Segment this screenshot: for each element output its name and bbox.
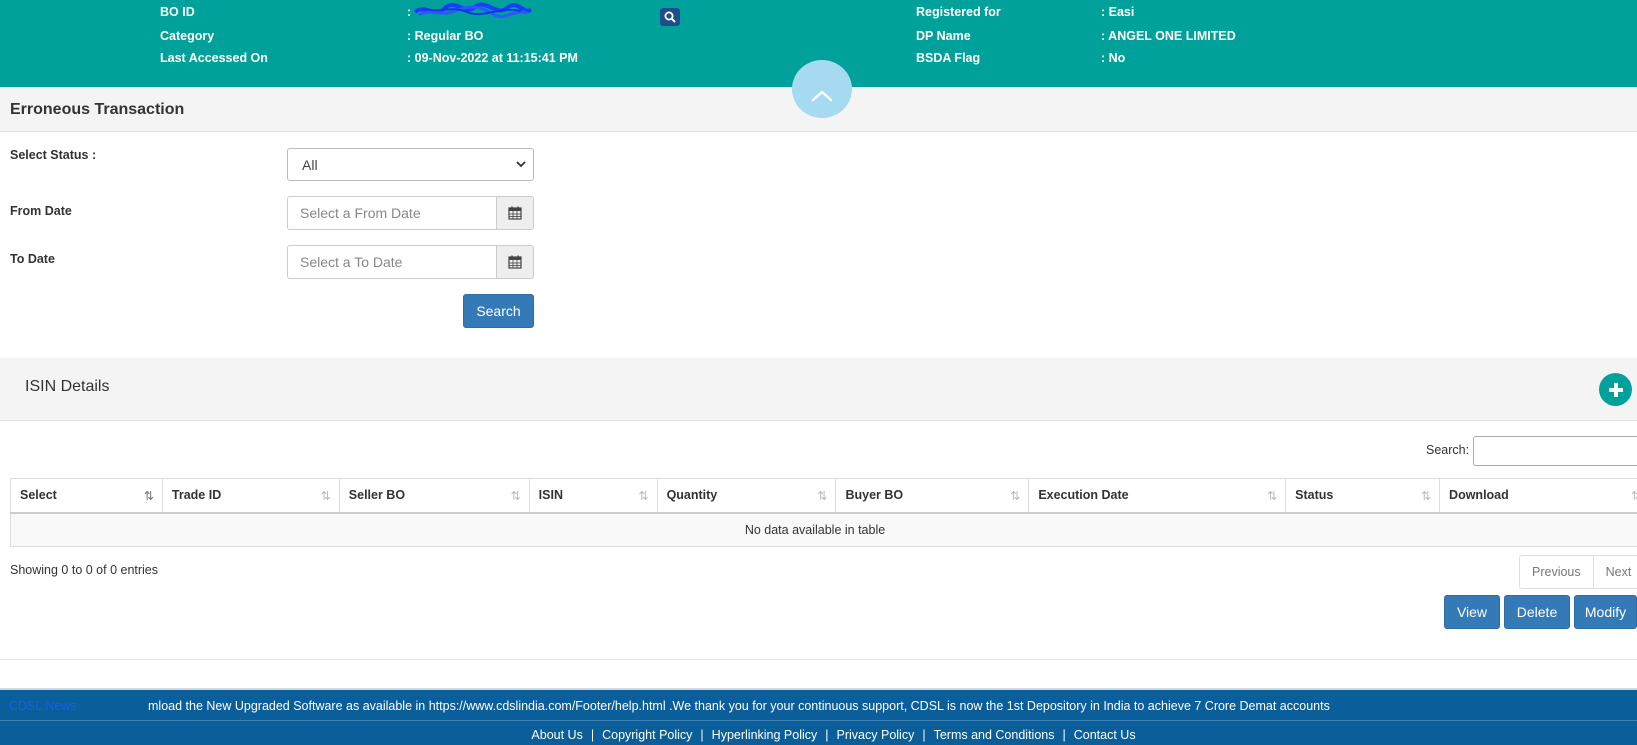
footer-link-privacy-policy[interactable]: Privacy Policy (837, 728, 915, 742)
redacted-scribble (413, 2, 532, 19)
sort-icon: ⇅ (510, 489, 521, 503)
footer-links: About Us | Copyright Policy | Hyperlinking P… (0, 720, 1637, 745)
column-header-quantity[interactable]: Quantity ⇅ (656, 478, 837, 514)
calendar-icon (508, 206, 522, 220)
news-ticker: CDSL News mload the New Upgraded Softwar… (0, 688, 1637, 720)
bsda-flag-label: BSDA Flag (916, 51, 981, 65)
from-date-group (287, 196, 534, 230)
column-header-trade-id[interactable]: Trade ID ⇅ (161, 478, 340, 514)
collapse-header-button[interactable] (792, 60, 852, 118)
calendar-icon (508, 255, 522, 269)
isin-details-title: ISIN Details (25, 378, 110, 395)
column-header-execution-date[interactable]: Execution Date ⇅ (1028, 478, 1287, 514)
sort-icon: ⇅ (1010, 489, 1021, 503)
column-header-isin[interactable]: ISIN ⇅ (528, 478, 658, 514)
modify-button[interactable]: Modify (1574, 595, 1637, 629)
sort-icon: ⇅ (1630, 489, 1637, 503)
status-select-value: All (302, 156, 318, 173)
bo-search-button[interactable] (660, 8, 680, 26)
column-header-select[interactable]: Select ⇅ (10, 478, 163, 514)
select-status-label: Select Status : (10, 148, 97, 162)
to-date-label: To Date (10, 252, 55, 266)
add-isin-button[interactable] (1599, 373, 1632, 406)
last-accessed-value: : 09-Nov-2022 at 11:15:41 PM (407, 51, 578, 65)
news-text: mload the New Upgraded Software as avail… (148, 699, 1330, 713)
sort-icon: ⇅ (320, 489, 331, 503)
category-value: : Regular BO (407, 29, 484, 43)
content-divider (0, 659, 1637, 660)
registered-for-value: : Easi (1101, 5, 1135, 19)
news-label[interactable]: CDSL News (9, 699, 77, 713)
from-date-input[interactable] (287, 196, 496, 230)
next-page-button[interactable]: Next (1592, 556, 1637, 588)
registered-for-label: Registered for (916, 5, 1001, 19)
table-header-row: Select ⇅ Trade ID ⇅ Seller BO ⇅ ISIN ⇅ Quant… (10, 478, 1637, 514)
status-select[interactable]: All (287, 148, 534, 181)
footer-link-contact-us[interactable]: Contact Us (1074, 728, 1136, 742)
footer-link-copyright-policy[interactable]: Copyright Policy (602, 728, 692, 742)
bsda-flag-value: : No (1101, 51, 1126, 65)
sort-icon: ⇅ (1267, 489, 1278, 503)
column-header-download[interactable]: Download ⇅ (1439, 478, 1637, 514)
footer-link-terms-and-conditions[interactable]: Terms and Conditions (934, 728, 1055, 742)
search-button[interactable]: Search (463, 294, 534, 328)
dp-name-label: DP Name (916, 29, 971, 43)
chevron-down-icon (516, 161, 526, 168)
footer-link-about-us[interactable]: About Us (531, 728, 582, 742)
table-search-input[interactable] (1473, 436, 1637, 466)
sort-icon: ⇅ (638, 489, 649, 503)
table-row: No data available in table (10, 512, 1637, 547)
empty-table-message: No data available in table (10, 512, 1637, 547)
previous-page-button[interactable]: Previous (1520, 556, 1593, 588)
dp-name-value: : ANGEL ONE LIMITED (1101, 29, 1236, 43)
to-date-calendar-button[interactable] (496, 245, 534, 279)
delete-button[interactable]: Delete (1504, 595, 1570, 629)
sort-icon: ⇅ (817, 489, 828, 503)
table-search-label: Search: (1426, 443, 1470, 457)
search-icon (664, 11, 676, 23)
last-accessed-label: Last Accessed On (160, 51, 268, 65)
column-header-seller-bo[interactable]: Seller BO ⇅ (338, 478, 530, 514)
plus-icon (1608, 382, 1623, 397)
sort-icon: ⇅ (1420, 489, 1432, 503)
column-header-buyer-bo[interactable]: Buyer BO ⇅ (835, 478, 1030, 514)
page-title: Erroneous Transaction (10, 101, 185, 118)
to-date-input[interactable] (287, 245, 496, 279)
from-date-label: From Date (10, 204, 72, 218)
category-label: Category (160, 29, 215, 43)
isin-details-header: ISIN Details (0, 358, 1637, 421)
column-header-status[interactable]: Status ⇅ (1285, 478, 1441, 514)
table-info: Showing 0 to 0 of 0 entries (10, 563, 159, 577)
bo-id-label: BO ID (160, 5, 195, 19)
pagination: Previous Next (1519, 555, 1637, 589)
isin-table: Select ⇅ Trade ID ⇅ Seller BO ⇅ ISIN ⇅ Quant… (10, 478, 1637, 547)
chevron-up-icon (811, 90, 833, 102)
view-button[interactable]: View (1444, 595, 1500, 629)
footer-link-hyperlinking-policy[interactable]: Hyperlinking Policy (712, 728, 818, 742)
from-date-calendar-button[interactable] (496, 196, 534, 230)
sort-asc-icon: ⇅ (143, 489, 154, 503)
to-date-group (287, 245, 534, 279)
